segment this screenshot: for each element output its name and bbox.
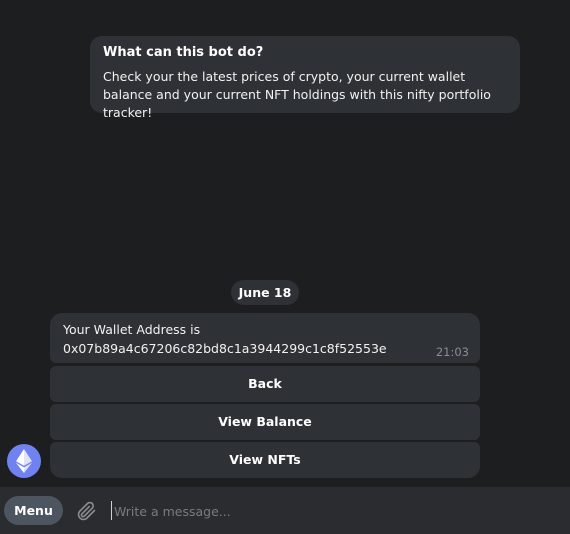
message-timestamp: 21:03	[435, 345, 469, 359]
ethereum-icon	[16, 449, 32, 473]
wallet-address-text: 0x07b89a4c67206c82bd8c1a3944299c1c8f5255…	[63, 341, 387, 356]
message-input[interactable]	[114, 499, 554, 523]
message-composer: Menu	[0, 487, 570, 534]
menu-button[interactable]: Menu	[4, 496, 63, 525]
bot-description-card: What can this bot do? Check your the lat…	[90, 36, 520, 120]
back-button[interactable]: Back	[50, 366, 480, 402]
message-text-line: Your Wallet Address is	[63, 322, 201, 337]
chat-history: What can this bot do? Check your the lat…	[0, 0, 570, 487]
bot-avatar[interactable]	[7, 444, 41, 478]
bot-description-title: What can this bot do?	[103, 45, 264, 60]
text-cursor	[111, 501, 112, 520]
paperclip-icon[interactable]	[74, 499, 98, 523]
date-separator: June 18	[231, 280, 299, 305]
bot-message: Your Wallet Address is 0x07b89a4c67206c8…	[50, 313, 480, 363]
view-nfts-button[interactable]: View NFTs	[50, 442, 480, 478]
bot-description-text: Check your the latest prices of crypto, …	[103, 69, 491, 120]
view-balance-button[interactable]: View Balance	[50, 404, 480, 440]
